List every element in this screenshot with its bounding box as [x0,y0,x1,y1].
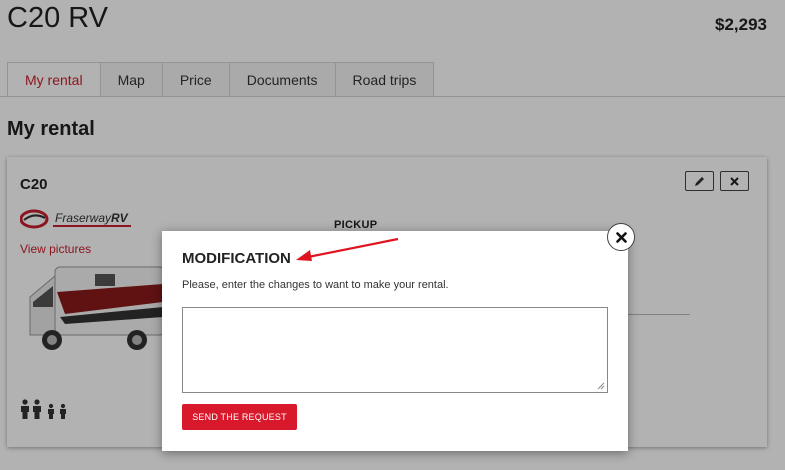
modification-modal: MODIFICATION Please, enter the changes t… [162,231,628,451]
modal-title: MODIFICATION [182,250,291,267]
modal-instruction: Please, enter the changes to want to mak… [182,279,449,291]
modification-textarea[interactable] [182,307,608,393]
annotation-arrow-icon [296,237,399,261]
modal-close-button[interactable] [607,223,635,251]
close-icon [615,231,627,243]
send-request-button[interactable]: SEND THE REQUEST [182,404,297,430]
resize-grip-icon[interactable] [595,380,605,390]
